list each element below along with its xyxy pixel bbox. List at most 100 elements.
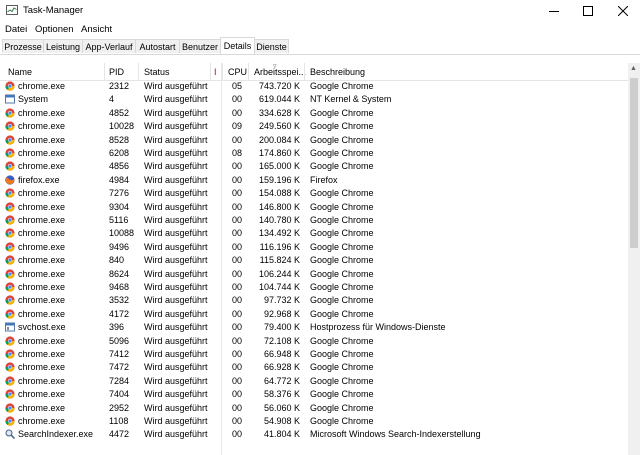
process-cpu: 00 bbox=[232, 188, 243, 199]
vertical-scrollbar[interactable]: ▲ bbox=[628, 63, 640, 455]
column-header-memory[interactable]: Arbeitsspei... bbox=[254, 67, 306, 77]
chrome-icon bbox=[5, 161, 15, 172]
column-header-marker[interactable]: I bbox=[214, 67, 217, 77]
process-description: Google Chrome bbox=[310, 201, 374, 212]
table-row[interactable]: chrome.exe 10088 Wird ausgeführt 00 134.492 … bbox=[0, 227, 628, 240]
table-row[interactable]: chrome.exe 4856 Wird ausgeführt 00 165.000 K… bbox=[0, 160, 628, 173]
table-row[interactable]: System 4 Wird ausgeführt 00 619.044 K NT Kern… bbox=[0, 93, 628, 106]
tab-leistung[interactable]: Leistung bbox=[43, 39, 83, 53]
column-header-status[interactable]: Status bbox=[144, 67, 170, 77]
process-memory: 140.780 K bbox=[258, 215, 300, 225]
menu-datei[interactable]: Datei bbox=[5, 24, 27, 35]
process-cpu: 00 bbox=[232, 174, 243, 185]
process-pid: 8624 bbox=[109, 268, 130, 279]
column-divider[interactable] bbox=[304, 63, 305, 80]
process-description: Google Chrome bbox=[310, 148, 374, 158]
process-name: chrome.exe bbox=[18, 121, 66, 132]
table-row[interactable]: chrome.exe 7284 Wird ausgeführt 00 64.772 K G… bbox=[0, 375, 628, 388]
table-row[interactable]: firefox.exe 4984 Wird ausgeführt 00 159.196 … bbox=[0, 174, 628, 187]
table-row[interactable]: chrome.exe 9496 Wird ausgeführt 00 116.196 K… bbox=[0, 241, 628, 254]
process-status: Wird ausgeführt bbox=[144, 188, 208, 199]
process-cpu: 00 bbox=[232, 295, 243, 306]
table-row[interactable]: svchost.exe 396 Wird ausgeführt 00 79.400 K H… bbox=[0, 321, 628, 334]
column-header-name[interactable]: Name bbox=[8, 67, 32, 77]
scrollbar-thumb[interactable] bbox=[630, 78, 638, 248]
process-pid: 7276 bbox=[109, 188, 130, 199]
scroll-up-icon[interactable]: ▲ bbox=[630, 65, 637, 72]
column-header-cpu[interactable]: CPU bbox=[228, 67, 247, 77]
table-row[interactable]: chrome.exe 6208 Wird ausgeführt 08 174.860 K… bbox=[0, 147, 628, 160]
process-pid: 7412 bbox=[109, 349, 130, 359]
process-description: Google Chrome bbox=[310, 255, 374, 266]
process-status: Wird ausgeführt bbox=[144, 134, 208, 145]
process-cpu: 00 bbox=[232, 362, 243, 373]
process-cpu: 00 bbox=[232, 255, 243, 266]
table-row[interactable]: chrome.exe 9468 Wird ausgeführt 00 104.744 K… bbox=[0, 281, 628, 294]
process-name: chrome.exe bbox=[18, 255, 66, 266]
column-header-row: Name PID Status I CPU ▿ Arbeitsspei... B… bbox=[0, 63, 628, 81]
chrome-icon bbox=[5, 242, 15, 252]
column-divider[interactable] bbox=[210, 63, 211, 80]
table-row[interactable]: chrome.exe 1108 Wird ausgeführt 00 54.908 K G… bbox=[0, 415, 628, 428]
table-row[interactable]: chrome.exe 8624 Wird ausgeführt 00 106.244 K… bbox=[0, 268, 628, 281]
table-row[interactable]: SearchIndexer.exe 4472 Wird ausgeführt 00 41… bbox=[0, 428, 628, 441]
column-divider[interactable] bbox=[104, 63, 105, 80]
minimize-button[interactable] bbox=[537, 0, 571, 21]
process-name: chrome.exe bbox=[18, 188, 66, 199]
process-cpu: 00 bbox=[232, 228, 243, 239]
column-header-pid[interactable]: PID bbox=[109, 67, 124, 77]
process-status: Wird ausgeführt bbox=[144, 282, 208, 292]
column-divider[interactable] bbox=[222, 63, 223, 80]
table-row[interactable]: chrome.exe 2952 Wird ausgeführt 00 56.060 K G… bbox=[0, 402, 628, 415]
process-pid: 4856 bbox=[109, 161, 130, 172]
table-row[interactable]: chrome.exe 3532 Wird ausgeführt 00 97.732 K G… bbox=[0, 294, 628, 307]
column-header-description[interactable]: Beschreibung bbox=[310, 67, 365, 77]
process-status: Wird ausgeführt bbox=[144, 161, 208, 172]
chrome-icon bbox=[5, 215, 15, 225]
table-row[interactable]: chrome.exe 5096 Wird ausgeführt 00 72.108 K G… bbox=[0, 335, 628, 348]
process-cpu: 00 bbox=[232, 402, 243, 413]
process-memory: 72.108 K bbox=[263, 335, 300, 346]
chrome-icon bbox=[5, 228, 15, 239]
table-row[interactable]: chrome.exe 9304 Wird ausgeführt 00 146.800 K… bbox=[0, 201, 628, 214]
process-description: Google Chrome bbox=[310, 389, 374, 400]
table-row[interactable]: chrome.exe 7276 Wird ausgeführt 00 154.088 K… bbox=[0, 187, 628, 200]
table-row[interactable]: chrome.exe 840 Wird ausgeführt 00 115.824 K G… bbox=[0, 254, 628, 267]
process-memory: 174.860 K bbox=[258, 148, 300, 158]
chrome-icon bbox=[5, 416, 15, 426]
tab-app-verlauf[interactable]: App-Verlauf bbox=[82, 39, 136, 53]
process-cpu: 00 bbox=[232, 107, 243, 118]
table-row[interactable]: chrome.exe 5116 Wird ausgeführt 00 140.780 K… bbox=[0, 214, 628, 227]
table-row[interactable]: chrome.exe 4172 Wird ausgeführt 00 92.968 K G… bbox=[0, 308, 628, 321]
table-row[interactable]: chrome.exe 8528 Wird ausgeführt 00 200.084 K… bbox=[0, 134, 628, 147]
table-row[interactable]: chrome.exe 7412 Wird ausgeführt 00 66.948 K G… bbox=[0, 348, 628, 361]
tab-details[interactable]: Details bbox=[220, 37, 255, 54]
column-divider[interactable] bbox=[138, 63, 139, 80]
menu-optionen[interactable]: Optionen bbox=[35, 24, 74, 35]
tab-dienste[interactable]: Dienste bbox=[254, 39, 289, 53]
table-row[interactable]: chrome.exe 10028 Wird ausgeführt 09 249.560 … bbox=[0, 120, 628, 133]
process-pid: 3532 bbox=[109, 295, 130, 306]
process-description: Google Chrome bbox=[310, 241, 374, 252]
tab-autostart[interactable]: Autostart bbox=[135, 39, 180, 53]
process-memory: 92.968 K bbox=[263, 308, 300, 319]
column-divider[interactable] bbox=[248, 63, 249, 80]
close-button[interactable] bbox=[606, 0, 640, 21]
table-row[interactable]: chrome.exe 7404 Wird ausgeführt 00 58.376 K G… bbox=[0, 388, 628, 401]
table-row[interactable]: chrome.exe 7472 Wird ausgeführt 00 66.928 K G… bbox=[0, 361, 628, 374]
process-pid: 7472 bbox=[109, 362, 130, 373]
chrome-icon bbox=[5, 268, 15, 279]
process-memory: 56.060 K bbox=[263, 402, 300, 413]
process-name: chrome.exe bbox=[18, 375, 66, 386]
tab-prozesse[interactable]: Prozesse bbox=[2, 39, 44, 53]
menu-ansicht[interactable]: Ansicht bbox=[81, 24, 112, 35]
tab-benutzer[interactable]: Benutzer bbox=[179, 39, 221, 53]
table-row[interactable]: chrome.exe 4852 Wird ausgeführt 00 334.628 K… bbox=[0, 107, 628, 120]
process-status: Wird ausgeführt bbox=[144, 322, 208, 333]
process-name: chrome.exe bbox=[18, 201, 66, 212]
process-description: Google Chrome bbox=[310, 134, 374, 145]
maximize-button[interactable] bbox=[571, 0, 605, 21]
process-pid: 5096 bbox=[109, 335, 130, 346]
table-row[interactable]: chrome.exe 2312 Wird ausgeführt 05 743.720 K… bbox=[0, 80, 628, 93]
process-description: Google Chrome bbox=[310, 121, 374, 132]
